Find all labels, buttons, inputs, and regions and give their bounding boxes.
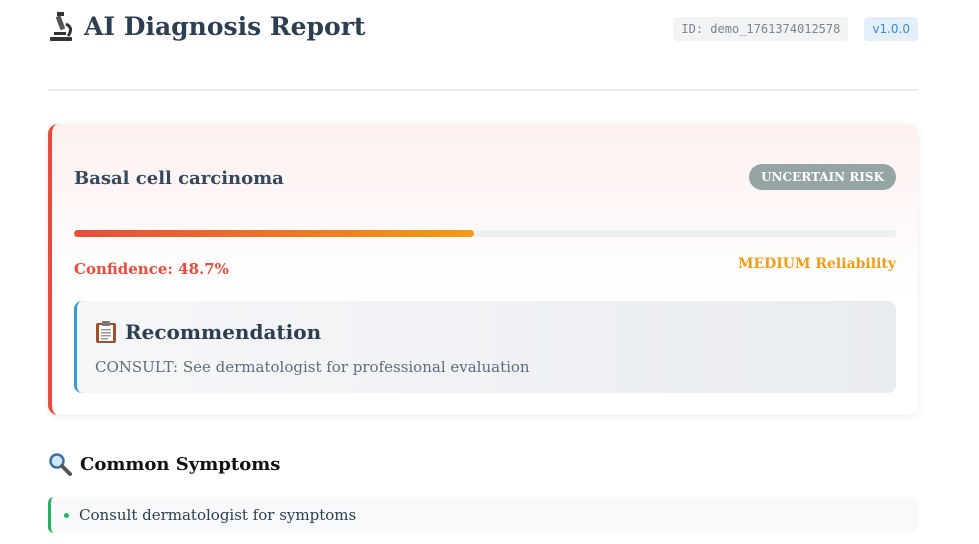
recommendation-title: Recommendation <box>125 320 322 344</box>
bullet-icon <box>64 513 69 518</box>
reliability-label: MEDIUM Reliability <box>737 256 896 272</box>
meta-badges: ID: demo_1761374012578 v1.0.0 <box>673 17 918 41</box>
confidence-bar-fill <box>74 230 475 237</box>
clipboard-icon <box>96 321 116 343</box>
risk-badge: UNCERTAIN RISK <box>749 164 896 190</box>
recommendation-text: CONSULT: See dermatologist for professio… <box>95 358 530 376</box>
header-divider <box>48 89 918 91</box>
recommendation-box: Recommendation CONSULT: See dermatologis… <box>74 301 896 393</box>
title-wrap: AI Diagnosis Report <box>48 10 365 42</box>
symptoms-heading: Common Symptoms <box>48 452 280 476</box>
symptom-list-item: Consult dermatologist for symptoms <box>48 497 918 533</box>
confidence-bar <box>74 230 896 237</box>
version-badge: v1.0.0 <box>864 17 918 41</box>
diagnosis-name: Basal cell carcinoma <box>74 168 284 189</box>
report-header: AI Diagnosis Report ID: demo_17613740125… <box>48 10 918 50</box>
magnifier-icon <box>49 453 72 476</box>
confidence-label: Confidence: 48.7% <box>74 260 229 278</box>
symptom-text: Consult dermatologist for symptoms <box>79 506 357 524</box>
recommendation-heading: Recommendation <box>95 320 321 344</box>
diagnosis-card: Basal cell carcinoma UNCERTAIN RISK Conf… <box>48 124 918 415</box>
microscope-icon <box>50 12 73 41</box>
page-title: AI Diagnosis Report <box>84 11 366 41</box>
symptoms-title: Common Symptoms <box>80 453 281 475</box>
report-id-badge: ID: demo_1761374012578 <box>673 17 849 41</box>
